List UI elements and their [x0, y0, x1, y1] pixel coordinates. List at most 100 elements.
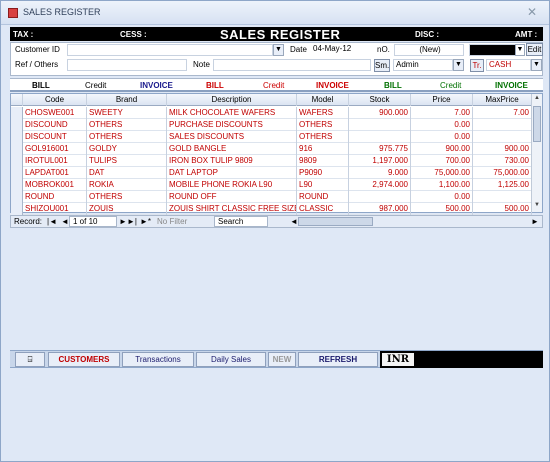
cell-brand[interactable]: OTHERS: [87, 191, 167, 203]
cell-model[interactable]: OTHERS: [297, 131, 349, 143]
row-selector[interactable]: [11, 155, 23, 167]
cell-description[interactable]: PURCHASE DISCOUNTS: [167, 119, 297, 131]
mode-tab-0[interactable]: BILL: [32, 81, 50, 90]
cell-maxprice[interactable]: 1,125.00: [473, 179, 532, 191]
cell-description[interactable]: ZOUIS SHIRT CLASSIC FREE SIZE: [167, 203, 297, 215]
cell-model[interactable]: CLASSIC: [297, 203, 349, 215]
cell-stock[interactable]: 1,197.000: [349, 155, 411, 167]
cell-stock[interactable]: 2,974.000: [349, 179, 411, 191]
scroll-down-icon[interactable]: ▼: [534, 202, 540, 208]
cell-brand[interactable]: ROKIA: [87, 179, 167, 191]
table-row[interactable]: GOL916001 GOLDY GOLD BANGLE 916 975.775 900.0…: [11, 143, 532, 155]
number-field[interactable]: (New): [394, 44, 464, 56]
search-field[interactable]: Search: [214, 216, 268, 227]
row-selector[interactable]: [11, 179, 23, 191]
refresh-button[interactable]: REFRESH: [298, 352, 378, 367]
transaction-type-button[interactable]: Tr.: [470, 59, 484, 72]
cell-model[interactable]: 9809: [297, 155, 349, 167]
cell-price[interactable]: 75,000.00: [411, 167, 473, 179]
first-record-icon[interactable]: |◄: [47, 217, 57, 226]
cell-stock[interactable]: 975.775: [349, 143, 411, 155]
cell-brand[interactable]: OTHERS: [87, 131, 167, 143]
cell-brand[interactable]: TULIPS: [87, 155, 167, 167]
row-selector[interactable]: [11, 107, 23, 119]
table-row[interactable]: SHIZOU001 ZOUIS ZOUIS SHIRT CLASSIC FREE S…: [11, 203, 532, 215]
cell-price[interactable]: 7.00: [411, 107, 473, 119]
cell-price[interactable]: 1,100.00: [411, 179, 473, 191]
row-selector[interactable]: [11, 119, 23, 131]
cell-code[interactable]: SHIZOU001: [23, 203, 87, 215]
cell-description[interactable]: DAT LAPTOP: [167, 167, 297, 179]
horizontal-scroll-thumb[interactable]: [298, 217, 373, 226]
cell-description[interactable]: IRON BOX TULIP 9809: [167, 155, 297, 167]
column-header-brand[interactable]: Brand: [87, 94, 167, 106]
cell-maxprice[interactable]: 75,000.00: [473, 167, 532, 179]
table-row[interactable]: CHOSWE001 SWEETY MILK CHOCOLATE WAFERS WAFE…: [11, 107, 532, 119]
row-selector[interactable]: [11, 203, 23, 215]
cell-maxprice[interactable]: 730.00: [473, 155, 532, 167]
cell-brand[interactable]: ZOUIS: [87, 203, 167, 215]
cell-description[interactable]: MOBILE PHONE ROKIA L90: [167, 179, 297, 191]
mode-tab-6[interactable]: BILL: [384, 81, 402, 90]
scroll-up-icon[interactable]: ▲: [534, 95, 540, 101]
cell-stock[interactable]: 987.000: [349, 203, 411, 215]
cell-model[interactable]: WAFERS: [297, 107, 349, 119]
cell-code[interactable]: DISCOUNT: [23, 131, 87, 143]
cell-brand[interactable]: GOLDY: [87, 143, 167, 155]
row-selector[interactable]: [11, 143, 23, 155]
cell-maxprice[interactable]: [473, 119, 532, 131]
column-header-price[interactable]: Price: [411, 94, 473, 106]
cell-price[interactable]: 0.00: [411, 131, 473, 143]
cell-code[interactable]: MOBROK001: [23, 179, 87, 191]
cell-code[interactable]: CHOSWE001: [23, 107, 87, 119]
cell-price[interactable]: 0.00: [411, 119, 473, 131]
table-row[interactable]: MOBROK001 ROKIA MOBILE PHONE ROKIA L90 L90 2…: [11, 179, 532, 191]
salesman-button[interactable]: Sm.: [374, 59, 390, 72]
transaction-type-dropdown-arrow-icon[interactable]: ▼: [531, 59, 542, 71]
cell-stock[interactable]: 9.000: [349, 167, 411, 179]
column-header-maxprice[interactable]: MaxPrice: [473, 94, 532, 106]
cell-model[interactable]: OTHERS: [297, 119, 349, 131]
cell-code[interactable]: IROTUL001: [23, 155, 87, 167]
next-record-icon[interactable]: ►: [119, 217, 127, 226]
mode-tab-3[interactable]: BILL: [206, 81, 224, 90]
last-record-icon[interactable]: ►|: [127, 217, 137, 226]
ref-field[interactable]: [67, 59, 187, 71]
cell-code[interactable]: LAPDAT001: [23, 167, 87, 179]
cell-description[interactable]: ROUND OFF: [167, 191, 297, 203]
new-record-icon[interactable]: ►*: [140, 217, 151, 226]
cell-model[interactable]: L90: [297, 179, 349, 191]
cell-brand[interactable]: DAT: [87, 167, 167, 179]
cell-maxprice[interactable]: 7.00: [473, 107, 532, 119]
cell-description[interactable]: SALES DISCOUNTS: [167, 131, 297, 143]
table-row[interactable]: DISCOUNT OTHERS SALES DISCOUNTS OTHERS 0.00: [11, 131, 532, 143]
mode-tab-2[interactable]: INVOICE: [140, 81, 173, 90]
table-row[interactable]: LAPDAT001 DAT DAT LAPTOP P9090 9.000 75,000.0…: [11, 167, 532, 179]
mode-tab-8[interactable]: INVOICE: [495, 81, 528, 90]
vertical-scrollbar[interactable]: ▲ ▼: [531, 94, 542, 212]
cell-stock[interactable]: 900.000: [349, 107, 411, 119]
cell-stock[interactable]: [349, 131, 411, 143]
exit-button[interactable]: ⍈: [15, 352, 45, 367]
scroll-right-icon[interactable]: ►: [531, 217, 539, 226]
column-header-stock[interactable]: Stock: [349, 94, 411, 106]
column-header-description[interactable]: Description: [167, 94, 297, 106]
transaction-type-field[interactable]: CASH: [486, 59, 531, 71]
cell-maxprice[interactable]: 500.00: [473, 203, 532, 215]
date-field[interactable]: 04-May-12: [311, 44, 371, 56]
new-button[interactable]: NEW: [268, 352, 296, 367]
cell-price[interactable]: 700.00: [411, 155, 473, 167]
cell-maxprice[interactable]: [473, 191, 532, 203]
scroll-left-icon[interactable]: ◄: [290, 217, 298, 226]
cell-model[interactable]: ROUND: [297, 191, 349, 203]
cell-code[interactable]: GOL916001: [23, 143, 87, 155]
cell-price[interactable]: 900.00: [411, 143, 473, 155]
mode-tab-7[interactable]: Credit: [440, 81, 461, 90]
edit-button[interactable]: Edit: [526, 43, 543, 56]
row-selector[interactable]: [11, 191, 23, 203]
salesman-field[interactable]: Admin: [393, 59, 453, 71]
mode-tab-4[interactable]: Credit: [263, 81, 284, 90]
previous-record-icon[interactable]: ◄: [61, 217, 69, 226]
cell-brand[interactable]: SWEETY: [87, 107, 167, 119]
cell-description[interactable]: GOLD BANGLE: [167, 143, 297, 155]
